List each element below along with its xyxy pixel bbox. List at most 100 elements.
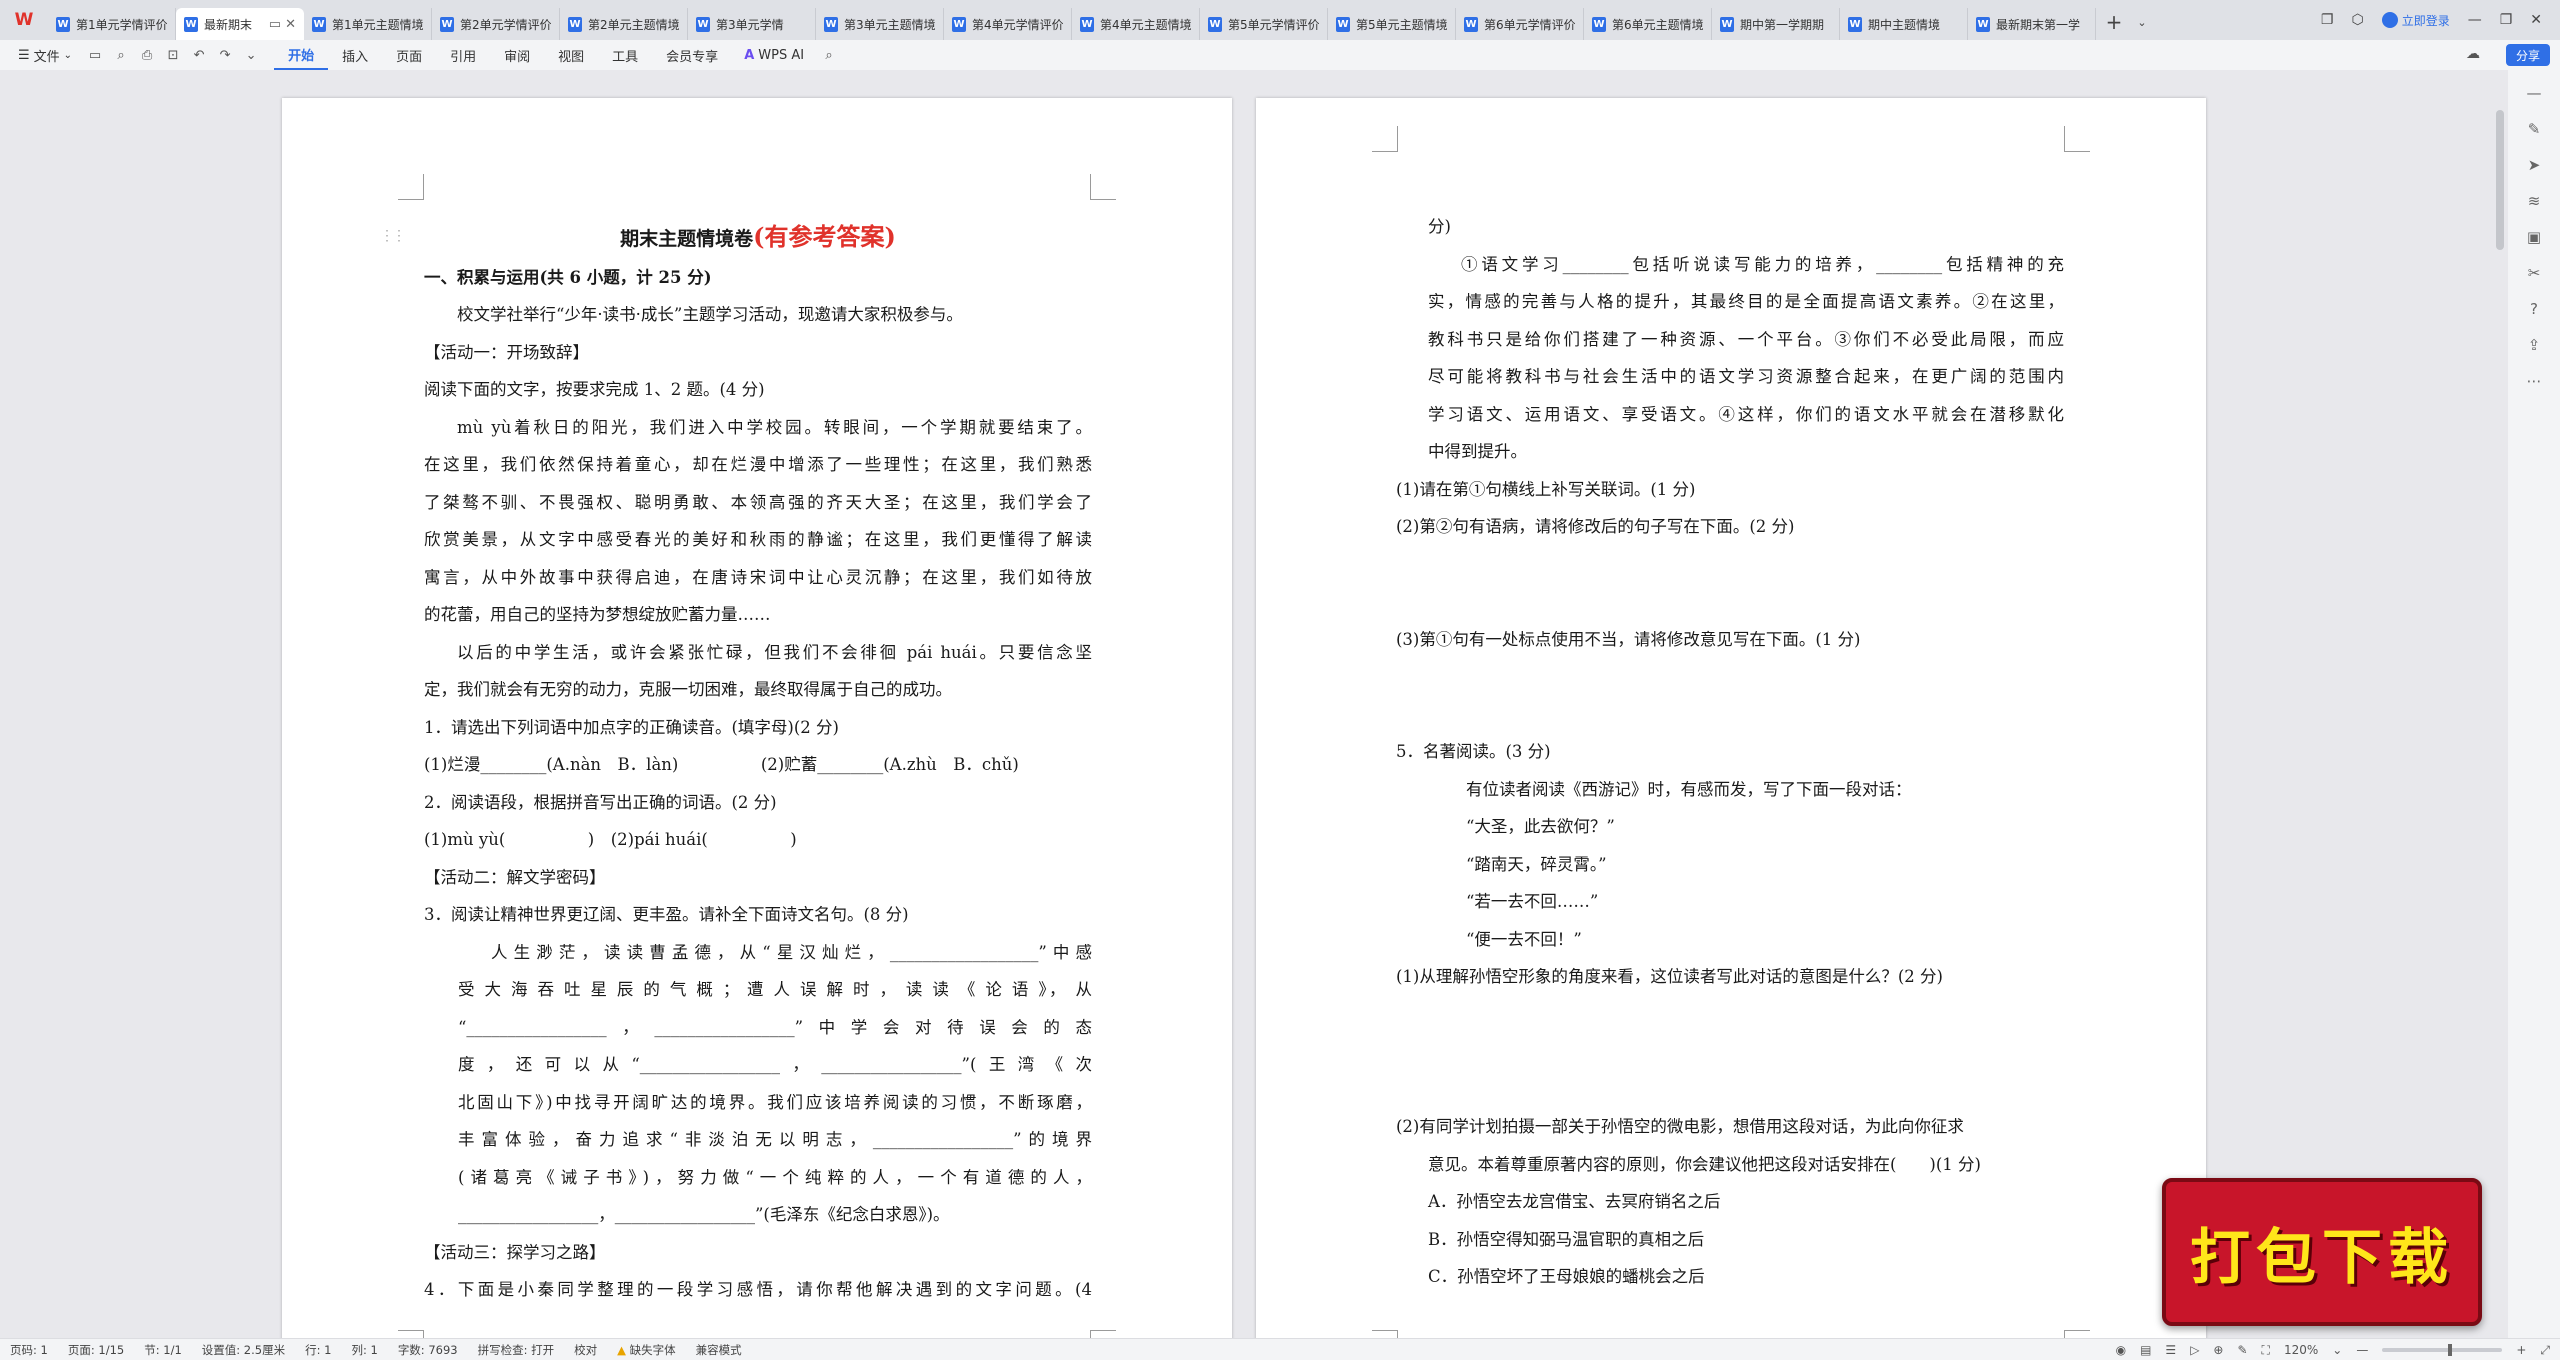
document-tab[interactable]: W 第4单元主题情境 bbox=[1072, 8, 1200, 40]
ribbon-tab[interactable]: 开始 bbox=[274, 40, 329, 70]
document-tab[interactable]: W 第5单元主题情境 bbox=[1328, 8, 1456, 40]
outline-view-icon[interactable]: ☰ bbox=[2165, 1343, 2176, 1357]
warning-icon: ▲ bbox=[617, 1342, 626, 1357]
statusbar-right: ◉ ▤ ☰ ▷ ⊕ ✎ ⛶ 120% ⌄ — + ⤢ bbox=[2116, 1339, 2550, 1360]
document-tab[interactable]: W 期中主题情境 bbox=[1840, 8, 1968, 40]
page-corner-mark bbox=[1372, 1330, 1398, 1338]
document-tab[interactable]: W 第6单元主题情境 bbox=[1584, 8, 1712, 40]
avatar bbox=[2381, 12, 2398, 28]
page-body-left: ⋮⋮ 期末主题情境卷(有参考答案) 一、积累与运用(共 6 小题，计 25 分)… bbox=[380, 218, 1092, 1309]
status-spellcheck[interactable]: 拼写检查: 打开 bbox=[468, 1342, 565, 1358]
document-tab[interactable]: W 期中第一学期期 bbox=[1712, 8, 1840, 40]
ribbon-tab[interactable]: 页面 bbox=[382, 40, 436, 70]
zoom-slider-thumb[interactable] bbox=[2448, 1344, 2453, 1356]
ribbon-tab[interactable]: 插入 bbox=[328, 40, 382, 70]
reading-view-icon[interactable]: ▷ bbox=[2190, 1343, 2199, 1357]
status-section[interactable]: 节: 1/1 bbox=[134, 1342, 192, 1358]
document-tab[interactable]: W 第6单元学情评价 bbox=[1456, 8, 1584, 40]
status-col[interactable]: 列: 1 bbox=[341, 1342, 387, 1358]
undo-icon[interactable]: ↶ bbox=[186, 43, 212, 67]
document-tab[interactable]: W 最新期末 ▭ ✕ bbox=[176, 8, 304, 40]
document-tab[interactable]: W 第5单元学情评价 bbox=[1200, 8, 1328, 40]
login-button[interactable]: 立即登录 bbox=[2381, 12, 2450, 29]
status-page[interactable]: 页码: 1 bbox=[0, 1342, 58, 1358]
monitor-icon: ▭ bbox=[268, 16, 282, 32]
document-tab[interactable]: W 第2单元主题情境 bbox=[560, 8, 688, 40]
status-proofread[interactable]: 校对 bbox=[564, 1342, 607, 1358]
tab-list-dropdown-icon[interactable]: ⌄ bbox=[2132, 16, 2152, 29]
help-icon[interactable]: ? bbox=[2530, 300, 2538, 318]
search-icon[interactable]: ⌕ bbox=[816, 43, 842, 67]
tab-label: 第2单元学情评价 bbox=[460, 17, 551, 32]
document-area[interactable]: ⋮⋮ 期末主题情境卷(有参考答案) 一、积累与运用(共 6 小题，计 25 分)… bbox=[0, 70, 2490, 1338]
zoom-in-icon[interactable]: + bbox=[2516, 1343, 2526, 1357]
write-view-icon[interactable]: ✎ bbox=[2237, 1343, 2247, 1357]
document-tab[interactable]: W 第4单元学情评价 bbox=[944, 8, 1072, 40]
pen-icon[interactable]: ✎ bbox=[2528, 120, 2541, 138]
file-menu-button[interactable]: ☰ 文件 ⌄ bbox=[0, 46, 82, 65]
close-tab-icon[interactable]: ✕ bbox=[285, 17, 296, 32]
document-tab[interactable]: W 第3单元主题情境 bbox=[816, 8, 944, 40]
ribbon-tab[interactable]: 引用 bbox=[436, 40, 490, 70]
status-word-count[interactable]: 字数: 7693 bbox=[388, 1342, 468, 1358]
document-tab[interactable]: W 最新期末第一学 bbox=[1968, 8, 2096, 40]
document-tab[interactable]: W 第3单元学情 bbox=[688, 8, 816, 40]
ribbon-tab[interactable]: 会员专享 bbox=[652, 40, 732, 70]
wps-logo-icon[interactable]: W bbox=[0, 0, 48, 40]
doc-line: 了桀骜不驯、不畏强权、聪明勇敢、本领高强的齐天大圣；在这里，我们学会了 bbox=[424, 492, 1092, 512]
document-tab[interactable]: W 第1单元学情评价 bbox=[48, 8, 176, 40]
doc-line: 人生渺茫，读读曹孟德，从“星汉灿烂，__________________”中感 bbox=[491, 942, 1092, 962]
collapse-icon[interactable]: — bbox=[2527, 84, 2542, 102]
drag-handle-icon[interactable]: ⋮⋮ bbox=[380, 228, 406, 244]
document-tab[interactable]: W 第2单元学情评价 bbox=[432, 8, 560, 40]
page-corner-mark bbox=[1090, 174, 1116, 200]
close-window-icon[interactable]: ✕ bbox=[2530, 12, 2542, 28]
add-tab-button[interactable]: + bbox=[2096, 10, 2132, 34]
document-tab[interactable]: W 第1单元主题情境 bbox=[304, 8, 432, 40]
status-pages[interactable]: 页面: 1/15 bbox=[58, 1342, 134, 1358]
ribbon-tab[interactable]: 视图 bbox=[544, 40, 598, 70]
layers-icon[interactable]: ≋ bbox=[2528, 192, 2541, 210]
minimize-icon[interactable]: — bbox=[2468, 12, 2482, 28]
fit-width-icon[interactable]: ⤢ bbox=[2540, 1343, 2550, 1358]
page-view-icon[interactable]: ▤ bbox=[2140, 1343, 2151, 1357]
web-view-icon[interactable]: ⊕ bbox=[2213, 1343, 2223, 1357]
redo-icon[interactable]: ↷ bbox=[212, 43, 238, 67]
cloud-sync-icon[interactable]: ☁ bbox=[2466, 46, 2480, 62]
open-icon[interactable]: ⌕ bbox=[108, 43, 134, 67]
zoom-slider[interactable] bbox=[2382, 1344, 2503, 1356]
ribbon-tab[interactable]: 工具 bbox=[598, 40, 652, 70]
tools-icon[interactable]: ✂ bbox=[2528, 264, 2541, 282]
more-icon[interactable]: ⋯ bbox=[2527, 372, 2542, 390]
fullscreen-icon[interactable]: ⛶ bbox=[2262, 1343, 2270, 1358]
share-icon[interactable]: ⇪ bbox=[2528, 336, 2541, 354]
download-package-banner[interactable]: 打包下载 bbox=[2162, 1178, 2482, 1326]
status-row[interactable]: 行: 1 bbox=[295, 1342, 341, 1358]
zoom-level[interactable]: 120% bbox=[2284, 1343, 2318, 1357]
tab-label: 第5单元学情评价 bbox=[1228, 17, 1319, 32]
new-document-icon[interactable]: ▭ bbox=[82, 43, 108, 67]
page-corner-mark bbox=[2064, 1330, 2090, 1338]
status-missing-font[interactable]: ▲ 缺失字体 bbox=[607, 1342, 686, 1358]
document-page-left[interactable]: ⋮⋮ 期末主题情境卷(有参考答案) 一、积累与运用(共 6 小题，计 25 分)… bbox=[282, 98, 1232, 1338]
print-preview-icon[interactable]: ⊡ bbox=[160, 43, 186, 67]
status-settings[interactable]: 设置值: 2.5厘米 bbox=[192, 1342, 295, 1358]
word-document-icon: W bbox=[1080, 16, 1094, 32]
vertical-scrollbar[interactable] bbox=[2496, 110, 2504, 250]
maximize-icon[interactable]: ❐ bbox=[2500, 12, 2513, 28]
document-page-right[interactable]: 分) ①语文学习________包括听说读写能力的培养，________包括精神… bbox=[1256, 98, 2206, 1338]
print-icon[interactable]: ⎙ bbox=[134, 43, 160, 67]
cube-icon[interactable]: ⬡ bbox=[2351, 12, 2363, 28]
doc-line: “若一去不回……” bbox=[1466, 892, 1599, 911]
zoom-dropdown-icon[interactable]: ⌄ bbox=[2332, 1343, 2342, 1357]
eye-protection-icon[interactable]: ◉ bbox=[2116, 1343, 2126, 1357]
share-button[interactable]: 分享 bbox=[2505, 44, 2550, 66]
doc-line: 分) bbox=[1428, 217, 1451, 236]
quick-access-dropdown-icon[interactable]: ⌄ bbox=[238, 43, 264, 67]
window-restore-icon[interactable]: ❐ bbox=[2321, 12, 2334, 28]
wps-ai-button[interactable]: A WPS AI bbox=[732, 48, 816, 63]
zoom-out-icon[interactable]: — bbox=[2356, 1343, 2368, 1357]
ribbon-tab[interactable]: 审阅 bbox=[490, 40, 544, 70]
select-cursor-icon[interactable]: ➤ bbox=[2528, 156, 2541, 174]
image-icon[interactable]: ▣ bbox=[2527, 228, 2541, 246]
